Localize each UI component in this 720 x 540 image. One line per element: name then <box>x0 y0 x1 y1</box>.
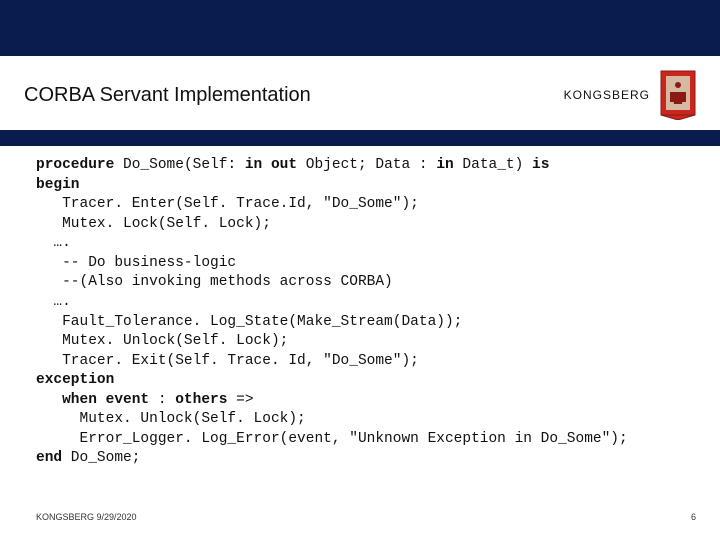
code-line: Tracer. Exit(Self. Trace. Id, "Do_Some")… <box>36 353 419 369</box>
kw-others: others <box>175 392 227 408</box>
kw-inout: in out <box>245 157 297 173</box>
title-row: CORBA Servant Implementation KONGSBERG <box>0 56 720 128</box>
code-line: …. <box>36 235 71 251</box>
code-line: Mutex. Unlock(Self. Lock); <box>36 411 306 427</box>
code-text <box>36 392 62 408</box>
page-number: 6 <box>691 512 696 522</box>
code-text: Object; Data : <box>297 157 436 173</box>
page-title: CORBA Servant Implementation <box>24 84 311 107</box>
code-line: Fault_Tolerance. Log_State(Make_Stream(D… <box>36 314 462 330</box>
kw-in: in <box>436 157 453 173</box>
code-text: Do_Some(Self: <box>114 157 245 173</box>
code-text: Data_t) <box>454 157 532 173</box>
kw-when-event: when event <box>62 392 149 408</box>
code-line: Error_Logger. Log_Error(event, "Unknown … <box>36 431 628 447</box>
code-line: -- Do business-logic <box>36 255 236 271</box>
kw-exception: exception <box>36 372 114 388</box>
kw-procedure: procedure <box>36 157 114 173</box>
code-block: procedure Do_Some(Self: in out Object; D… <box>0 146 720 469</box>
footer: KONGSBERG 9/29/2020 6 <box>36 512 696 522</box>
code-line: Mutex. Unlock(Self. Lock); <box>36 333 288 349</box>
code-line: Tracer. Enter(Self. Trace.Id, "Do_Some")… <box>36 196 419 212</box>
kongsberg-crest-icon <box>660 70 696 120</box>
footer-left: KONGSBERG 9/29/2020 <box>36 512 137 522</box>
code-text: : <box>149 392 175 408</box>
code-line: …. <box>36 294 71 310</box>
kw-begin: begin <box>36 177 80 193</box>
kw-is: is <box>532 157 549 173</box>
top-bar <box>0 0 720 56</box>
brand-block: KONGSBERG <box>564 70 696 120</box>
title-divider <box>0 130 720 146</box>
code-line: --(Also invoking methods across CORBA) <box>36 274 393 290</box>
code-line: Mutex. Lock(Self. Lock); <box>36 216 271 232</box>
kw-end: end <box>36 450 62 466</box>
brand-name: KONGSBERG <box>564 88 650 102</box>
code-text: => <box>227 392 253 408</box>
code-text: Do_Some; <box>62 450 140 466</box>
